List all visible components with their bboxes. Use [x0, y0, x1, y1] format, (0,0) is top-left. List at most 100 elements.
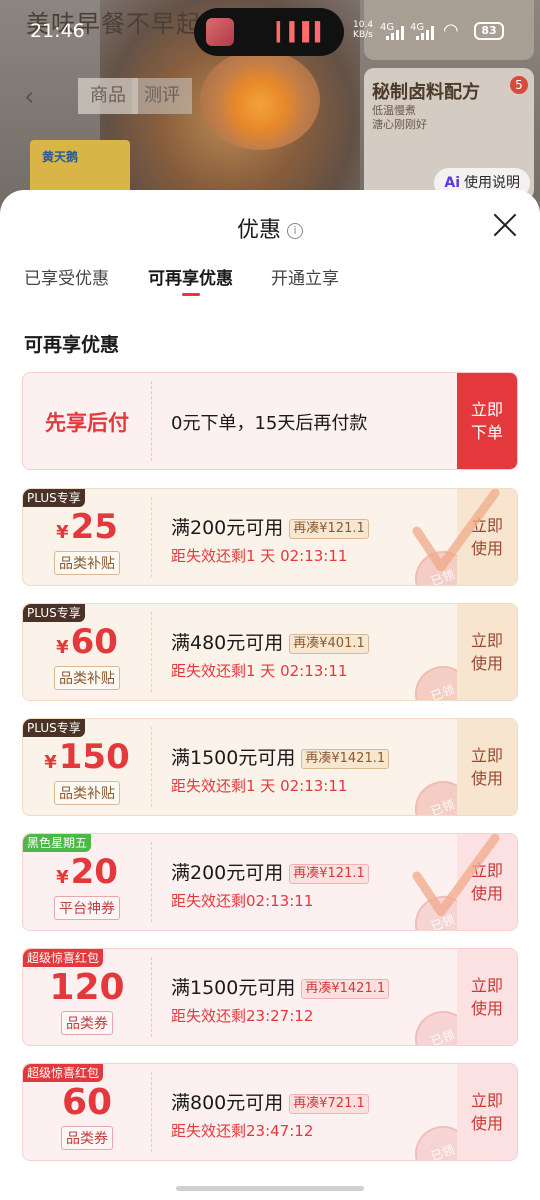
bg-tab-review[interactable]: 测评	[132, 78, 192, 114]
coupon-tag: 黑色星期五	[23, 834, 92, 852]
back-arrow-icon[interactable]: ‹	[24, 84, 50, 110]
coupon-expire: 距失效还剩1 天 02:13:11	[171, 547, 348, 565]
coupon-expire: 距失效还剩1 天 02:13:11	[171, 662, 348, 680]
card-divider	[151, 497, 152, 577]
coupon-amount: ¥25	[23, 507, 151, 547]
coupon-amount-value: 150	[58, 737, 130, 777]
recipe-card-sub-2: 溏心刚刚好	[372, 118, 427, 131]
coupon-condition: 满480元可用 再凑¥401.1	[171, 628, 369, 655]
bg-tab-product[interactable]: 商品	[78, 78, 138, 114]
coupon-tag: 超级惊喜红包	[23, 1064, 104, 1082]
coupon-card[interactable]: PLUS专享 ¥150 品类补贴 满1500元可用 再凑¥1421.1 距失效还剩1 天 …	[22, 718, 518, 816]
network-speed-value: 10.4	[353, 20, 374, 30]
coupon-amount-value: 20	[70, 852, 118, 892]
coupon-amount: ¥150	[23, 737, 151, 777]
wifi-icon: ◠	[443, 20, 459, 41]
sheet-title: 优惠 i	[0, 212, 540, 244]
coupon-condition: 满1500元可用 再凑¥1421.1	[171, 743, 390, 770]
coupon-kind-label: 品类券	[61, 1126, 113, 1150]
ai-icon: Ai	[444, 175, 460, 191]
tab-enjoyed[interactable]: 已享受优惠	[24, 264, 109, 289]
section-title: 可再享优惠	[24, 334, 120, 356]
home-indicator[interactable]	[176, 1186, 364, 1191]
recipe-card-sub-1: 低温慢煮	[372, 104, 416, 117]
coupon-kind: 品类补贴	[23, 551, 151, 575]
signal-bars-icon	[416, 26, 434, 40]
order-now-button[interactable]: 立即 下单	[457, 373, 517, 469]
coupon-kind-label: 品类补贴	[54, 551, 120, 575]
status-time: 21:46	[30, 20, 85, 42]
coupon-expire: 距失效还剩02:13:11	[171, 892, 314, 910]
recipe-card-title: 秘制卤料配方	[372, 82, 480, 103]
recipe-card-sub: 低温慢煮 溏心刚刚好	[372, 104, 427, 132]
coupon-kind-label: 品类券	[61, 1011, 113, 1035]
tab-indicator	[182, 293, 200, 296]
coupon-amount: 120	[23, 967, 151, 1008]
coupon-card[interactable]: PLUS专享 ¥60 品类补贴 满480元可用 再凑¥401.1 距失效还剩1 天 02:…	[22, 603, 518, 701]
yen-symbol: ¥	[44, 752, 57, 773]
coupon-tag: PLUS专享	[23, 489, 85, 507]
card-divider	[151, 1072, 152, 1152]
help-label: 使用说明	[464, 175, 520, 191]
coupon-expire: 距失效还剩23:47:12	[171, 1122, 314, 1140]
coupon-amount: 60	[23, 1082, 151, 1123]
coupon-card[interactable]: 超级惊喜红包 120 品类券 满1500元可用 再凑¥1421.1 距失效还剩23:27:…	[22, 948, 518, 1046]
dynamic-island[interactable]: ▎▍▌▍	[194, 8, 344, 56]
coupon-gap-badge: 再凑¥1421.1	[301, 978, 390, 999]
network-speed-unit: KB/s	[353, 30, 373, 40]
yen-symbol: ¥	[56, 637, 69, 658]
info-icon[interactable]: i	[287, 223, 303, 239]
coupon-gap-badge: 再凑¥1421.1	[301, 748, 390, 769]
coupon-kind-label: 品类补贴	[54, 781, 120, 805]
coupon-condition-text: 满1500元可用	[171, 977, 296, 999]
card-divider	[151, 957, 152, 1037]
coupon-card[interactable]: 黑色星期五 ¥20 平台神券 满200元可用 再凑¥121.1 距失效还剩02:13:11…	[22, 833, 518, 931]
coupon-condition-text: 满800元可用	[171, 1092, 284, 1114]
coupon-amount-value: 120	[49, 967, 125, 1008]
coupon-tag: PLUS专享	[23, 604, 85, 622]
use-now-button[interactable]: 立即 使用	[457, 1064, 517, 1160]
coupon-condition-text: 满1500元可用	[171, 747, 296, 769]
coupon-kind-label: 品类补贴	[54, 666, 120, 690]
coupon-gap-badge: 再凑¥401.1	[289, 633, 369, 654]
coupon-card[interactable]: PLUS专享 ¥25 品类补贴 满200元可用 再凑¥121.1 距失效还剩1 天 02:…	[22, 488, 518, 586]
audio-wave-icon: ▎▍▌▍	[276, 22, 329, 43]
coupon-kind-label: 平台神券	[54, 896, 120, 920]
coupon-amount-value: 60	[70, 622, 118, 662]
coupon-condition-text: 满480元可用	[171, 632, 284, 654]
use-now-button[interactable]: 立即 使用	[457, 719, 517, 815]
discount-sheet: 优惠 i 已享受优惠 可再享优惠 开通立享 可再享优惠 先享后付 0元下单，15天…	[0, 190, 540, 1200]
coupon-tag: PLUS专享	[23, 719, 85, 737]
coupon-kind: 品类券	[23, 1126, 151, 1150]
coupon-amount: ¥60	[23, 622, 151, 662]
tab-available[interactable]: 可再享优惠	[148, 264, 233, 289]
coupon-amount-value: 25	[70, 507, 118, 547]
coupon-gap-badge: 再凑¥121.1	[289, 518, 369, 539]
pay-later-label: 先享后付	[45, 411, 129, 435]
battery-icon: 83	[474, 22, 504, 40]
coupon-expire: 距失效还剩1 天 02:13:11	[171, 777, 348, 795]
use-now-button[interactable]: 立即 使用	[457, 949, 517, 1045]
sheet-title-text: 优惠	[236, 218, 281, 243]
coupon-gap-badge: 再凑¥721.1	[289, 1093, 369, 1114]
card-divider	[151, 842, 152, 922]
coupon-kind: 品类补贴	[23, 666, 151, 690]
use-now-button[interactable]: 立即 使用	[457, 604, 517, 700]
tab-activate[interactable]: 开通立享	[271, 264, 339, 289]
coupon-kind: 品类补贴	[23, 781, 151, 805]
coupon-gap-badge: 再凑¥121.1	[289, 863, 369, 884]
pay-later-card[interactable]: 先享后付 0元下单，15天后再付款 立即 下单	[22, 372, 518, 470]
coupon-card[interactable]: 超级惊喜红包 60 品类券 满800元可用 再凑¥721.1 距失效还剩23:47:12 已…	[22, 1063, 518, 1161]
coupon-amount-value: 60	[61, 1082, 113, 1123]
coupon-condition: 满200元可用 再凑¥121.1	[171, 858, 369, 885]
coupon-condition: 满800元可用 再凑¥721.1	[171, 1088, 369, 1115]
card-divider	[151, 381, 152, 461]
yen-symbol: ¥	[56, 522, 69, 543]
egg-image	[200, 50, 320, 150]
coupon-kind: 品类券	[23, 1011, 151, 1035]
network-speed: 10.4 KB/s	[353, 20, 373, 40]
signal-bars-icon	[386, 26, 404, 40]
close-icon[interactable]	[492, 212, 518, 238]
card-divider	[151, 612, 152, 692]
music-cover-icon	[206, 18, 234, 46]
